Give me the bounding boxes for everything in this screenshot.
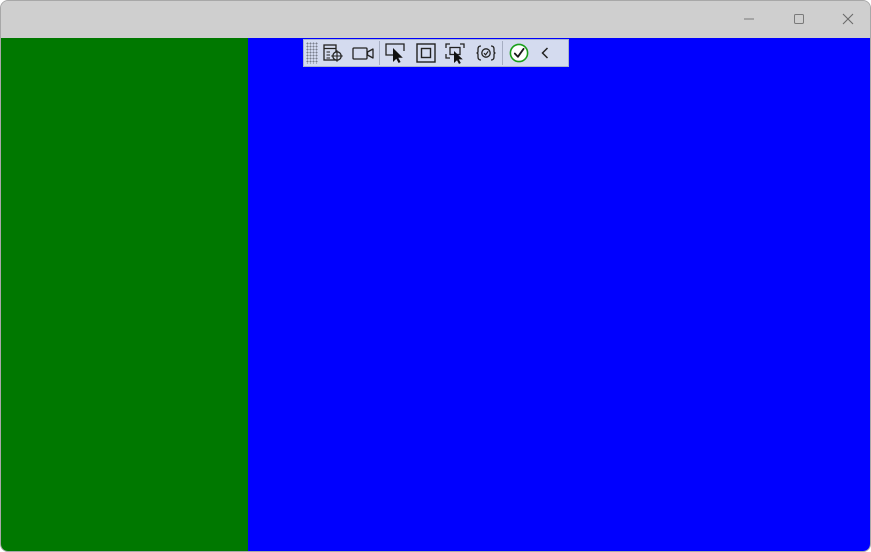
maximize-icon xyxy=(794,13,804,24)
display-layout-adorners-icon xyxy=(416,43,436,63)
title-bar[interactable] xyxy=(1,1,870,38)
go-to-live-visual-tree-button[interactable] xyxy=(318,40,348,66)
binding-failures-button[interactable] xyxy=(471,40,501,66)
collapse-toolbar-button[interactable] xyxy=(534,40,556,66)
display-layout-adorners-button[interactable] xyxy=(411,40,441,66)
in-app-debug-toolbar xyxy=(303,39,569,67)
minimize-button[interactable] xyxy=(726,1,772,36)
record-button[interactable] xyxy=(348,40,378,66)
track-focused-element-icon xyxy=(445,43,465,64)
collapse-toolbar-icon xyxy=(541,47,549,59)
record-icon xyxy=(352,47,374,60)
app-window xyxy=(0,0,871,552)
minimize-icon xyxy=(744,18,754,19)
toolbar-separator xyxy=(379,41,380,65)
select-element-icon xyxy=(385,43,405,63)
close-button[interactable] xyxy=(825,1,870,36)
hot-reload-status-icon xyxy=(509,43,529,63)
right-pane xyxy=(248,38,870,551)
binding-failures-icon xyxy=(476,45,496,61)
hot-reload-status-button[interactable] xyxy=(504,40,534,66)
toolbar-grip-handle[interactable] xyxy=(306,42,318,64)
window-content xyxy=(1,38,870,551)
maximize-button[interactable] xyxy=(776,1,822,36)
go-to-live-visual-tree-icon xyxy=(323,44,343,62)
toolbar-separator xyxy=(502,41,503,65)
left-pane xyxy=(1,38,248,551)
select-element-button[interactable] xyxy=(381,40,411,66)
track-focused-element-button[interactable] xyxy=(441,40,471,66)
close-icon xyxy=(842,13,854,24)
